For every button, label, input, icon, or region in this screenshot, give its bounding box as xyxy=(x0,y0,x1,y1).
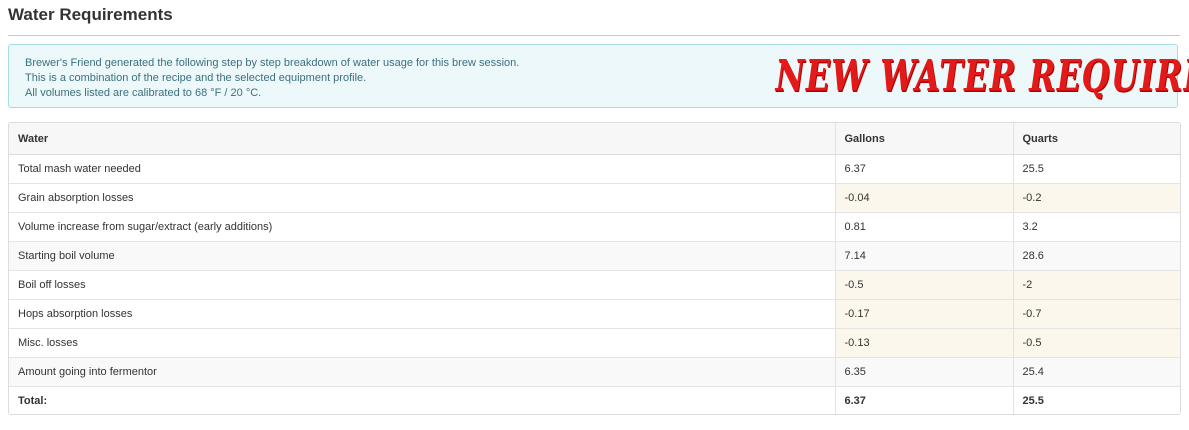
title-divider xyxy=(8,35,1180,36)
column-header-gallons: Gallons xyxy=(834,123,1013,155)
row-gallons: 6.37 xyxy=(834,154,1013,184)
row-quarts: 25.4 xyxy=(1012,357,1180,387)
row-quarts: -0.5 xyxy=(1012,328,1180,358)
row-gallons: 7.14 xyxy=(834,241,1013,271)
row-quarts: -2 xyxy=(1012,270,1180,300)
info-line: All volumes listed are calibrated to 68 … xyxy=(25,87,262,99)
row-gallons: -0.13 xyxy=(834,328,1013,358)
row-quarts: 28.6 xyxy=(1012,241,1180,271)
table-row: Total mash water needed 6.37 25.5 xyxy=(9,154,1180,184)
table-row: Hops absorption losses -0.17 -0.7 xyxy=(9,299,1180,329)
row-gallons: -0.04 xyxy=(834,183,1013,213)
total-row: Total: 6.37 25.5 xyxy=(9,386,1180,414)
table-row: Volume increase from sugar/extract (earl… xyxy=(9,212,1180,242)
new-water-requirements-banner: NEW WATER REQUIREMENETS xyxy=(771,50,1189,102)
table-row: Misc. losses -0.13 -0.5 xyxy=(9,328,1180,358)
info-box: Brewer's Friend generated the following … xyxy=(8,44,1189,108)
table-row: Boil off losses -0.5 -2 xyxy=(9,270,1180,300)
total-label: Total: xyxy=(9,386,835,414)
row-label: Starting boil volume xyxy=(9,241,835,271)
table-row: Starting boil volume 7.14 28.6 xyxy=(9,241,1180,271)
section-title: Water Requirements xyxy=(8,5,173,24)
row-label: Boil off losses xyxy=(9,270,835,300)
info-line: This is a combination of the recipe and … xyxy=(25,72,367,84)
table-row: Amount going into fermentor 6.35 25.4 xyxy=(9,357,1180,387)
row-label: Amount going into fermentor xyxy=(9,357,835,387)
water-table: Water Gallons Quarts Total mash water ne… xyxy=(9,123,1180,414)
row-gallons: 6.35 xyxy=(834,357,1013,387)
table-row: Grain absorption losses -0.04 -0.2 xyxy=(9,183,1180,213)
row-quarts: 25.5 xyxy=(1012,154,1180,184)
row-gallons: -0.5 xyxy=(834,270,1013,300)
row-label: Misc. losses xyxy=(9,328,835,358)
total-gallons: 6.37 xyxy=(834,386,1013,414)
row-label: Total mash water needed xyxy=(9,154,835,184)
row-quarts: 3.2 xyxy=(1012,212,1180,242)
table-header-row: Water Gallons Quarts xyxy=(9,123,1180,155)
row-label: Volume increase from sugar/extract (earl… xyxy=(9,212,835,242)
total-quarts: 25.5 xyxy=(1012,386,1180,414)
info-line: Brewer's Friend generated the following … xyxy=(25,57,520,69)
row-quarts: -0.7 xyxy=(1012,299,1180,329)
water-table-container: Water Gallons Quarts Total mash water ne… xyxy=(8,122,1181,415)
row-gallons: -0.17 xyxy=(834,299,1013,329)
row-quarts: -0.2 xyxy=(1012,183,1180,213)
column-header-quarts: Quarts xyxy=(1012,123,1180,155)
info-text: Brewer's Friend generated the following … xyxy=(25,56,519,101)
row-label: Hops absorption losses xyxy=(9,299,835,329)
row-gallons: 0.81 xyxy=(834,212,1013,242)
column-header-water: Water xyxy=(9,123,835,155)
row-label: Grain absorption losses xyxy=(9,183,835,213)
